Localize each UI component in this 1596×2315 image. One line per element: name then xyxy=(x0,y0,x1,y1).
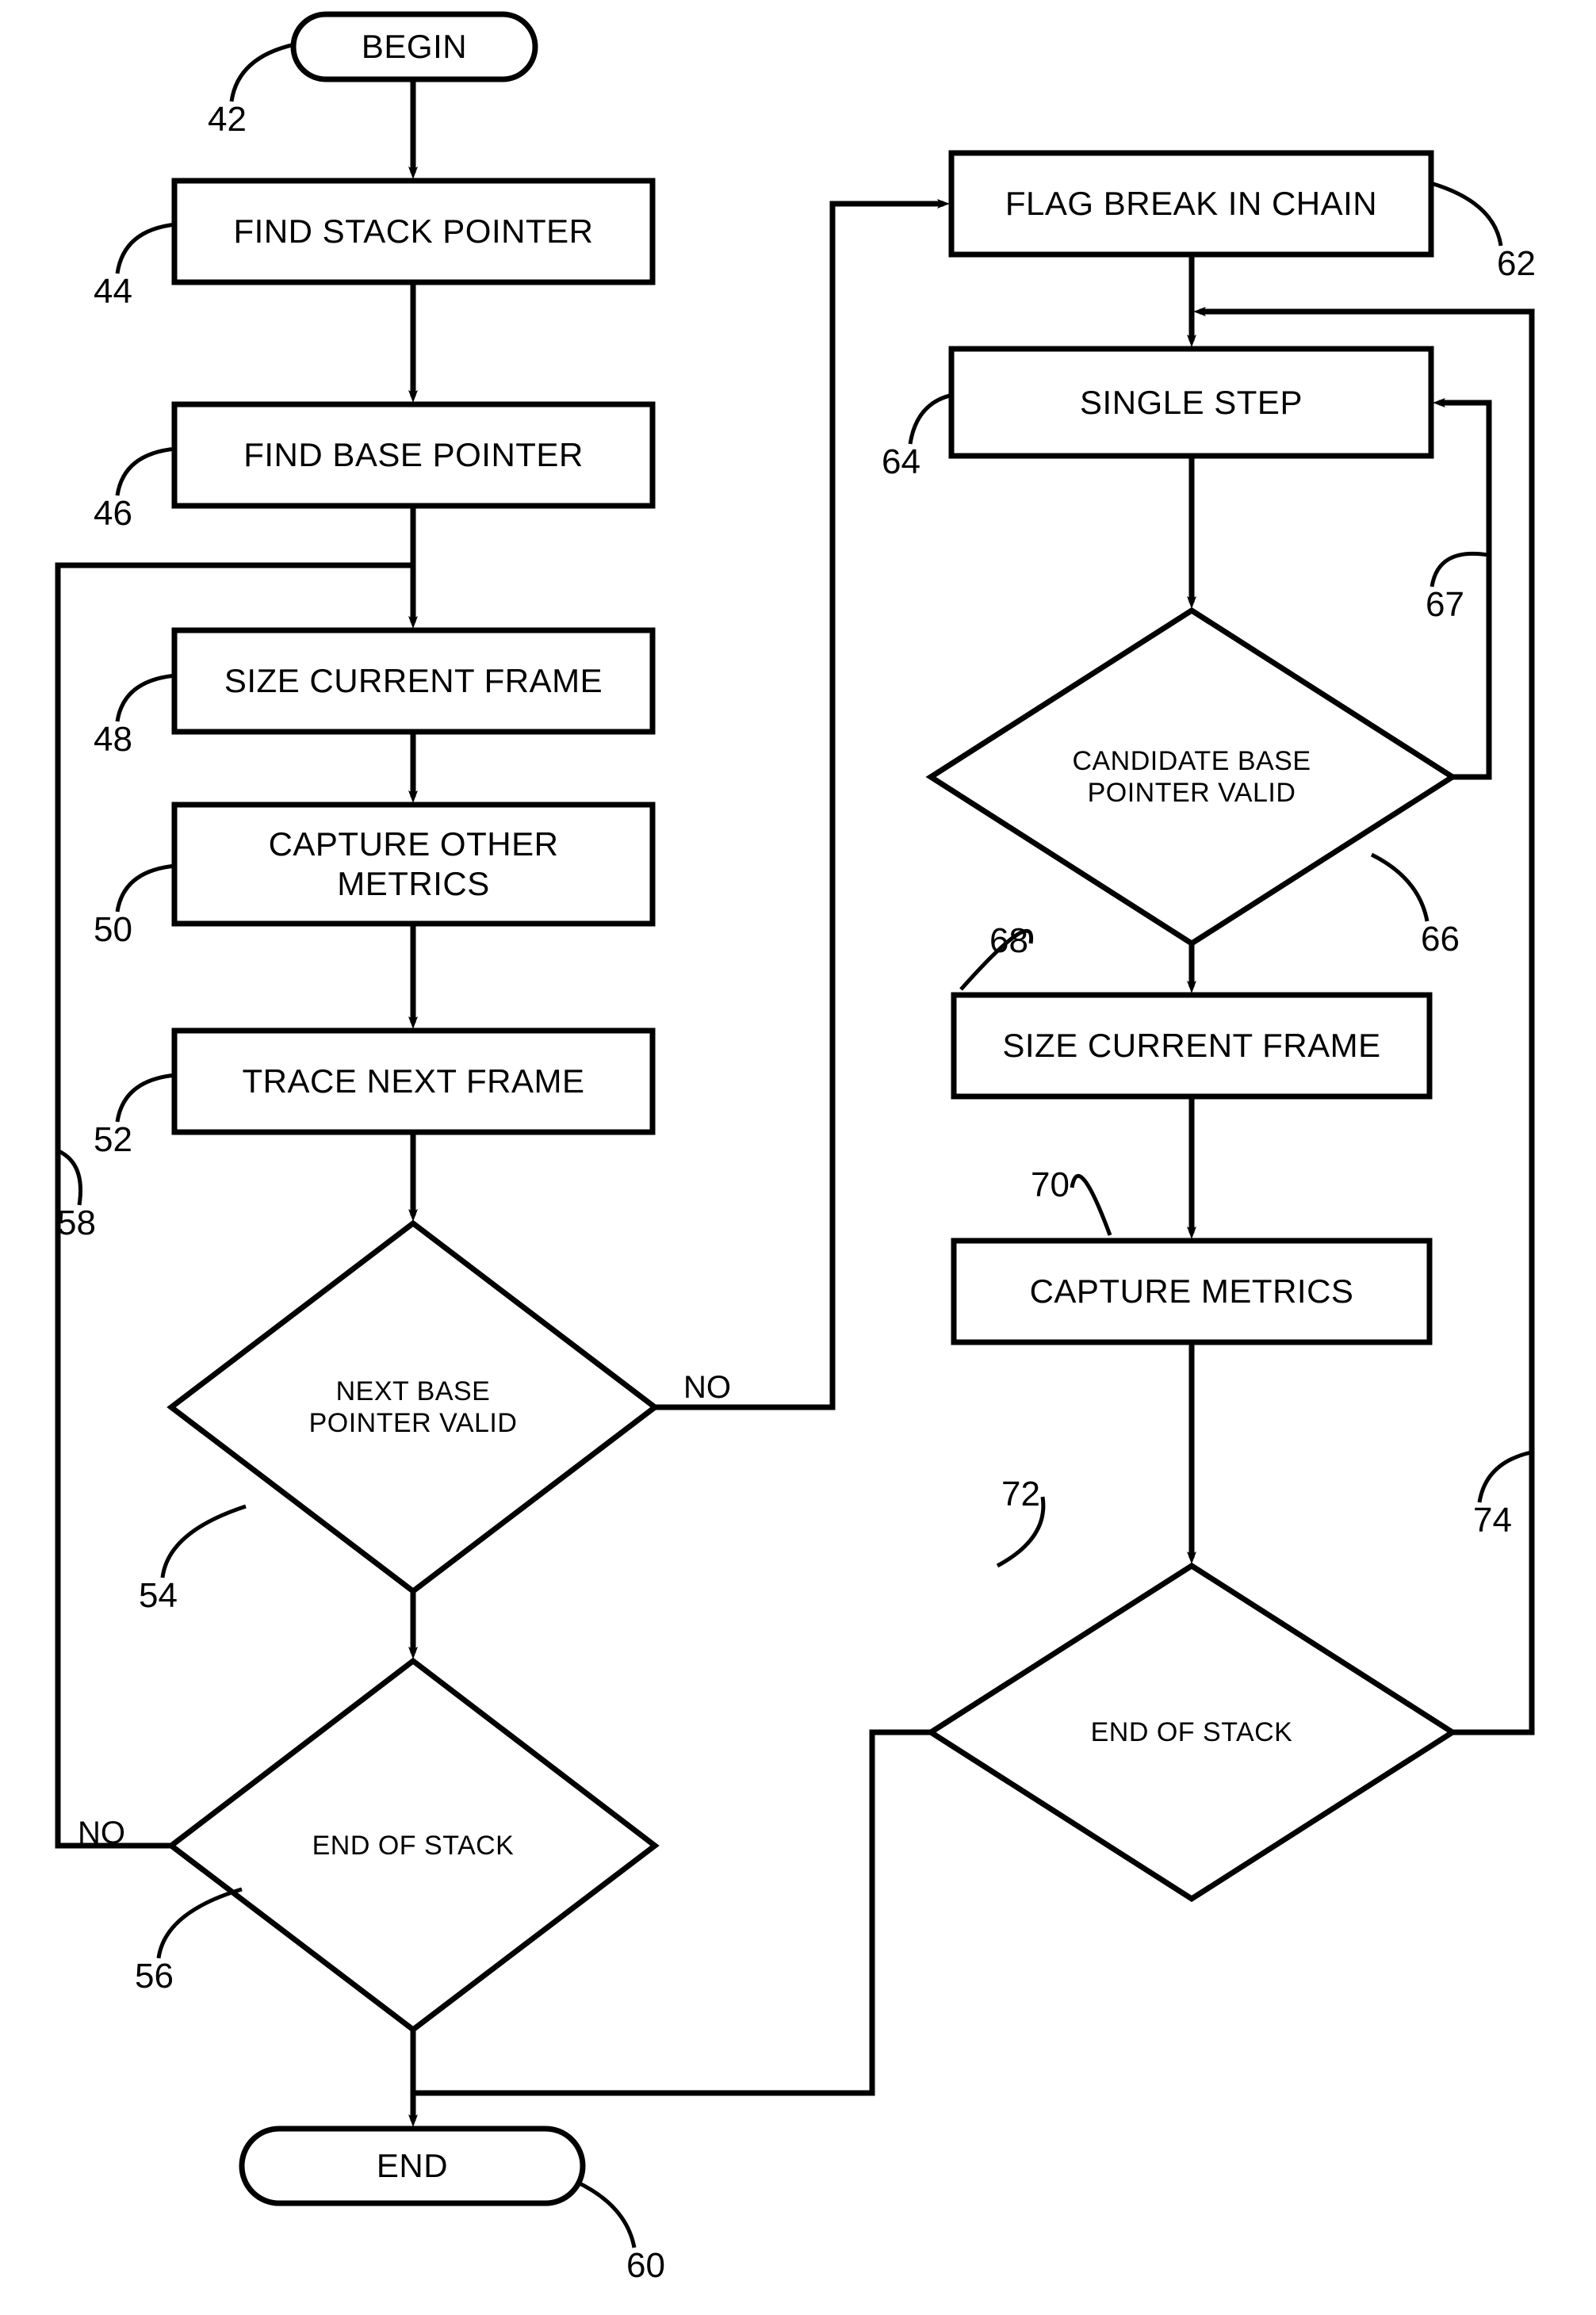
ref-numeral-42: 42 xyxy=(208,100,247,139)
find-base-pointer-shape xyxy=(171,401,656,509)
ref-numeral-52: 52 xyxy=(94,1120,132,1159)
next-base-pointer-valid-shape xyxy=(166,1219,660,1595)
ref-numeral-46: 46 xyxy=(94,494,132,533)
ref-numeral-67: 67 xyxy=(1426,585,1464,624)
begin-terminator-shape xyxy=(290,11,538,82)
ref-numeral-54: 54 xyxy=(139,1576,178,1615)
candidate-base-pointer-valid-shape xyxy=(925,606,1458,947)
end-of-stack-left-shape xyxy=(166,1657,660,2034)
find-stack-pointer-shape xyxy=(171,178,656,285)
ref-numeral-74: 74 xyxy=(1473,1501,1512,1540)
size-current-frame-left-shape xyxy=(171,627,656,735)
ref-numeral-50: 50 xyxy=(94,910,132,949)
ref-numeral-68: 68 xyxy=(989,921,1028,960)
edge-54-no-to-62 xyxy=(655,199,950,1410)
ref-numeral-70: 70 xyxy=(1031,1165,1070,1204)
end-of-stack-right-shape xyxy=(925,1562,1458,1903)
edge-72-to-end xyxy=(413,1729,931,2096)
capture-other-metrics-shape xyxy=(171,802,656,927)
ref-numeral-44: 44 xyxy=(94,272,132,311)
ref-numeral-72: 72 xyxy=(1001,1475,1040,1513)
capture-metrics-shape xyxy=(951,1238,1433,1345)
trace-next-frame-shape xyxy=(171,1027,656,1135)
ref-numeral-62: 62 xyxy=(1497,244,1536,283)
edge-label-no-end-of-stack: NO xyxy=(78,1816,125,1850)
flowchart-connectors xyxy=(55,11,1535,2206)
ref-numeral-66: 66 xyxy=(1421,920,1460,959)
ref-numeral-60: 60 xyxy=(626,2246,665,2285)
ref-numeral-64: 64 xyxy=(882,442,920,481)
ref-numeral-56: 56 xyxy=(135,1957,174,1995)
ref-numeral-58: 58 xyxy=(57,1203,96,1242)
end-terminator-shape xyxy=(239,2126,586,2206)
ref-numeral-48: 48 xyxy=(94,720,132,759)
edge-label-no-next-base-pointer: NO xyxy=(683,1370,731,1405)
size-current-frame-right-shape xyxy=(951,992,1433,1100)
flag-break-in-chain-shape xyxy=(948,150,1434,258)
single-step-shape xyxy=(948,346,1434,459)
flowchart-figure: BEGIN FIND STACK POINTER FIND BASE POINT… xyxy=(0,0,1596,2315)
